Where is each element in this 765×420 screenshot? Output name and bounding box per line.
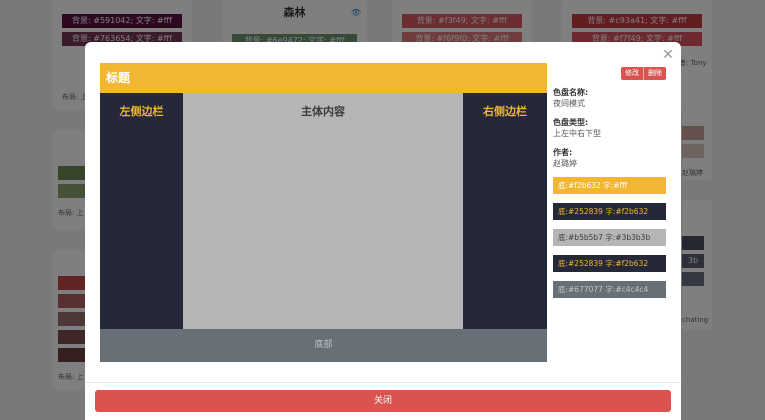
color-swatch: 底:#677077 字:#c4c4c4 xyxy=(553,281,666,298)
palette-name-label: 色盘名称: xyxy=(553,88,589,97)
palette-type-value: 上左中右下型 xyxy=(553,129,601,138)
color-swatch: 底:#252839 字:#f2b632 xyxy=(553,203,666,220)
layout-preview: 标题 左侧边栏 主体内容 右侧边栏 底部 xyxy=(100,63,547,362)
preview-main-content: 主体内容 xyxy=(183,93,463,329)
preview-left-sidebar: 左侧边栏 xyxy=(100,93,183,329)
preview-footer: 底部 xyxy=(100,329,547,362)
footer-divider xyxy=(85,382,681,383)
palette-name-value: 夜间模式 xyxy=(553,99,585,108)
palette-detail-modal: ✕ 标题 左侧边栏 主体内容 右侧边栏 底部 修改 删除 色盘名称: 夜间模式 … xyxy=(85,42,681,420)
close-button[interactable]: 关闭 xyxy=(95,390,671,412)
delete-button[interactable]: 删除 xyxy=(644,67,666,80)
author-label: 作者: xyxy=(553,148,573,157)
edit-button[interactable]: 修改 xyxy=(621,67,644,80)
preview-right-sidebar: 右侧边栏 xyxy=(463,93,547,329)
action-buttons: 修改 删除 xyxy=(621,67,666,80)
close-icon[interactable]: ✕ xyxy=(661,48,675,62)
color-swatch: 底:#b5b5b7 字:#3b3b3b xyxy=(553,229,666,246)
author-value: 赵璐婷 xyxy=(553,159,577,168)
preview-title: 标题 xyxy=(100,63,547,93)
palette-type-label: 色盘类型: xyxy=(553,118,589,127)
color-swatch: 底:#252839 字:#f2b632 xyxy=(553,255,666,272)
color-swatch: 底:#f2b632 字:#fff xyxy=(553,177,666,194)
